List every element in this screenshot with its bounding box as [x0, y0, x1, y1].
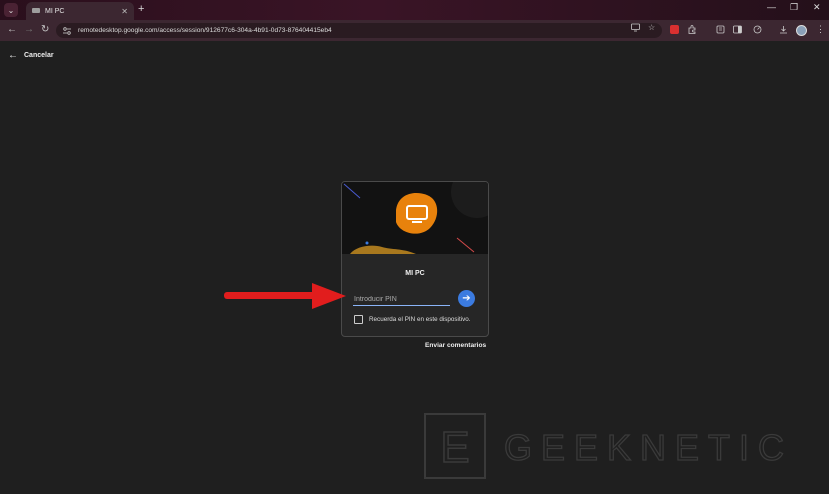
remote-desktop-favicon-icon: [32, 8, 40, 13]
minimize-button[interactable]: —: [767, 2, 776, 12]
annotation-arrow-icon: [224, 283, 346, 309]
address-bar[interactable]: remotedesktop.google.com/access/session/…: [56, 23, 662, 38]
watermark-logo-letter: E: [440, 423, 469, 472]
submit-pin-button[interactable]: ➔: [458, 290, 475, 307]
new-tab-button[interactable]: +: [138, 3, 144, 15]
remember-pin-checkbox[interactable]: [354, 315, 363, 324]
tab-close-icon[interactable]: ✕: [121, 7, 128, 16]
watermark-text: GEEKNETIC: [504, 427, 793, 468]
back-button[interactable]: ←: [7, 24, 17, 35]
bookmark-star-icon[interactable]: ☆: [648, 23, 655, 32]
cancel-button[interactable]: ← Cancelar: [8, 50, 54, 61]
tab-title: MI PC: [45, 7, 65, 15]
send-feedback-link[interactable]: Enviar comentarios: [425, 342, 486, 349]
extensions-puzzle-icon[interactable]: [688, 25, 697, 34]
side-panel-icon[interactable]: [733, 25, 742, 34]
url-text: remotedesktop.google.com/access/session/…: [78, 27, 332, 34]
reload-button[interactable]: ↻: [41, 24, 49, 35]
download-icon[interactable]: [779, 25, 788, 34]
browser-toolbar: ← → ↻ remotedesktop.google.com/access/se…: [0, 20, 829, 41]
tab-mi-pc[interactable]: MI PC ✕: [26, 2, 134, 20]
extension-red-icon[interactable]: [670, 25, 679, 34]
computer-illustration: [342, 182, 488, 254]
pin-input[interactable]: [353, 294, 450, 306]
performance-icon[interactable]: [753, 25, 762, 34]
back-arrow-icon: ←: [8, 50, 18, 61]
browser-menu-icon[interactable]: ⋮: [816, 24, 825, 35]
device-title: MI PC: [405, 270, 425, 277]
forward-button[interactable]: →: [24, 24, 34, 35]
arrow-right-icon: ➔: [462, 293, 471, 304]
maximize-button[interactable]: ❐: [790, 2, 798, 13]
tab-search-button[interactable]: ⌄: [4, 3, 18, 17]
reading-list-icon[interactable]: [716, 25, 725, 34]
tab-strip: ⌄ MI PC ✕ + — ❐ ✕: [0, 0, 829, 20]
site-info-icon[interactable]: [62, 26, 72, 35]
close-window-button[interactable]: ✕: [813, 2, 821, 13]
remember-pin-label: Recuerda el PIN en este dispositivo.: [369, 316, 471, 323]
profile-avatar[interactable]: [796, 25, 807, 36]
cancel-label: Cancelar: [24, 52, 54, 59]
geeknetic-watermark: E GEEKNETIC: [424, 413, 793, 479]
pin-card: MI PC ➔ Recuerda el PIN en este disposit…: [341, 181, 489, 337]
cast-icon[interactable]: [631, 23, 640, 32]
remember-pin-option[interactable]: Recuerda el PIN en este dispositivo.: [354, 315, 471, 324]
